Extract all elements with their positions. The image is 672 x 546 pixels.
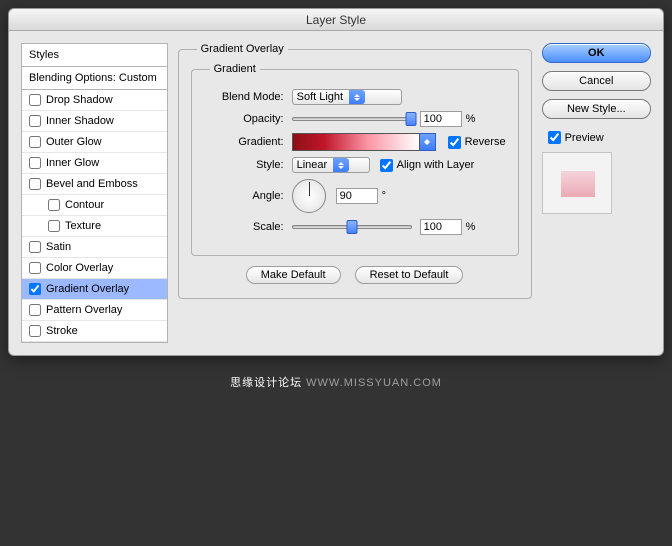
- make-default-button[interactable]: Make Default: [246, 266, 341, 284]
- opacity-slider[interactable]: [292, 117, 412, 121]
- effect-checkbox[interactable]: [29, 283, 41, 295]
- effect-checkbox[interactable]: [48, 220, 60, 232]
- style-select[interactable]: Linear: [292, 157, 370, 173]
- effect-checkbox[interactable]: [29, 325, 41, 337]
- angle-dial[interactable]: [292, 179, 326, 213]
- sidebar-item-stroke[interactable]: Stroke: [22, 321, 167, 342]
- reset-to-default-button[interactable]: Reset to Default: [355, 266, 464, 284]
- sidebar-item-label: Pattern Overlay: [46, 304, 122, 316]
- gradient-subtitle: Gradient: [210, 63, 260, 75]
- dropdown-icon: [349, 90, 365, 104]
- sidebar-item-label: Texture: [65, 220, 101, 232]
- sidebar-item-contour[interactable]: Contour: [22, 195, 167, 216]
- opacity-unit: %: [466, 113, 476, 125]
- right-column: OK Cancel New Style... Preview: [542, 43, 651, 343]
- sidebar-item-label: Gradient Overlay: [46, 283, 129, 295]
- sidebar-item-label: Contour: [65, 199, 104, 211]
- blending-options-header[interactable]: Blending Options: Custom: [22, 67, 167, 90]
- ok-button[interactable]: OK: [542, 43, 651, 63]
- dropdown-icon[interactable]: [420, 133, 436, 151]
- styles-header[interactable]: Styles: [22, 44, 167, 67]
- opacity-label: Opacity:: [204, 113, 284, 125]
- effect-checkbox[interactable]: [29, 136, 41, 148]
- sidebar-item-texture[interactable]: Texture: [22, 216, 167, 237]
- scale-slider[interactable]: [292, 225, 412, 229]
- sidebar-item-bevel-and-emboss[interactable]: Bevel and Emboss: [22, 174, 167, 195]
- slider-thumb[interactable]: [346, 220, 357, 234]
- new-style-button[interactable]: New Style...: [542, 99, 651, 119]
- sidebar-item-gradient-overlay[interactable]: Gradient Overlay: [22, 279, 167, 300]
- angle-field[interactable]: [336, 188, 378, 204]
- angle-unit: °: [382, 190, 386, 202]
- sidebar-item-label: Outer Glow: [46, 136, 102, 148]
- cancel-button[interactable]: Cancel: [542, 71, 651, 91]
- angle-label: Angle:: [204, 190, 284, 202]
- sidebar-item-color-overlay[interactable]: Color Overlay: [22, 258, 167, 279]
- align-with-layer-checkbox[interactable]: Align with Layer: [380, 159, 475, 172]
- effect-checkbox[interactable]: [29, 262, 41, 274]
- sidebar-item-label: Bevel and Emboss: [46, 178, 138, 190]
- sidebar-item-label: Satin: [46, 241, 71, 253]
- sidebar-item-label: Stroke: [46, 325, 78, 337]
- scale-label: Scale:: [204, 221, 284, 233]
- effect-checkbox[interactable]: [29, 115, 41, 127]
- dialog-content: Styles Blending Options: Custom Drop Sha…: [9, 31, 663, 355]
- blend-mode-label: Blend Mode:: [204, 91, 284, 103]
- sidebar-item-pattern-overlay[interactable]: Pattern Overlay: [22, 300, 167, 321]
- preview-checkbox[interactable]: Preview: [542, 131, 651, 144]
- sidebar-item-label: Inner Shadow: [46, 115, 114, 127]
- sidebar-item-outer-glow[interactable]: Outer Glow: [22, 132, 167, 153]
- sidebar-item-label: Inner Glow: [46, 157, 99, 169]
- gradient-swatch[interactable]: [292, 133, 420, 151]
- window-title: Layer Style: [9, 9, 663, 31]
- sidebar-item-label: Color Overlay: [46, 262, 113, 274]
- dropdown-icon: [333, 158, 349, 172]
- footer-watermark: 思缘设计论坛 WWW.MISSYUAN.COM: [230, 374, 442, 390]
- preview-thumbnail: [542, 152, 612, 214]
- panel-title: Gradient Overlay: [197, 43, 288, 55]
- effect-checkbox[interactable]: [29, 94, 41, 106]
- slider-thumb[interactable]: [405, 112, 416, 126]
- effect-checkbox[interactable]: [29, 241, 41, 253]
- sidebar-item-inner-shadow[interactable]: Inner Shadow: [22, 111, 167, 132]
- gradient-label: Gradient:: [204, 136, 284, 148]
- gradient-picker[interactable]: [292, 133, 436, 151]
- styles-sidebar: Styles Blending Options: Custom Drop Sha…: [21, 43, 168, 343]
- effect-checkbox[interactable]: [48, 199, 60, 211]
- sidebar-item-label: Drop Shadow: [46, 94, 113, 106]
- scale-unit: %: [466, 221, 476, 233]
- effect-checkbox[interactable]: [29, 304, 41, 316]
- gradient-overlay-group: Gradient Overlay Gradient Blend Mode: So…: [178, 43, 532, 299]
- sidebar-item-inner-glow[interactable]: Inner Glow: [22, 153, 167, 174]
- effect-checkbox[interactable]: [29, 178, 41, 190]
- sidebar-item-drop-shadow[interactable]: Drop Shadow: [22, 90, 167, 111]
- style-label: Style:: [204, 159, 284, 171]
- reverse-checkbox[interactable]: Reverse: [448, 136, 506, 149]
- layer-style-dialog: Layer Style Styles Blending Options: Cus…: [8, 8, 664, 356]
- gradient-group: Gradient Blend Mode: Soft Light Opacity:: [191, 63, 519, 256]
- effect-checkbox[interactable]: [29, 157, 41, 169]
- blend-mode-select[interactable]: Soft Light: [292, 89, 402, 105]
- main-panel: Gradient Overlay Gradient Blend Mode: So…: [178, 43, 532, 343]
- opacity-field[interactable]: [420, 111, 462, 127]
- scale-field[interactable]: [420, 219, 462, 235]
- sidebar-item-satin[interactable]: Satin: [22, 237, 167, 258]
